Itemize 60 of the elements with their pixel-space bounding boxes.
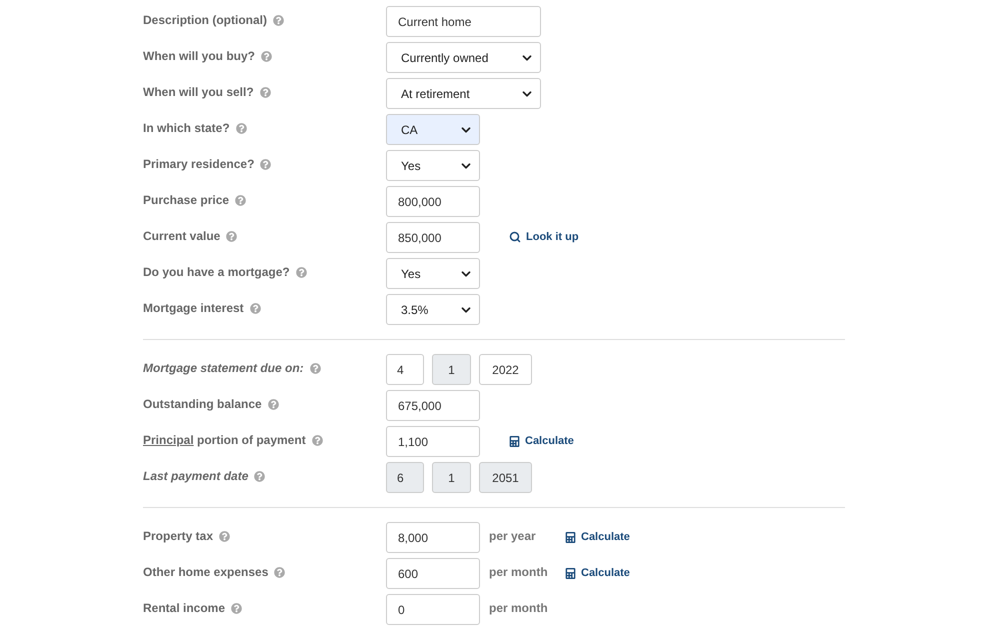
search-icon (509, 231, 521, 244)
help-icon[interactable] (254, 470, 266, 482)
help-icon[interactable] (219, 530, 230, 542)
help-icon[interactable] (310, 362, 321, 374)
help-icon[interactable] (261, 50, 272, 62)
field-label: Rental income (143, 600, 226, 617)
action-link[interactable]: Calculate (509, 433, 574, 450)
field-label: When will you sell? (143, 84, 254, 101)
help-icon[interactable] (312, 434, 323, 446)
input-field[interactable]: 850,000 (386, 222, 480, 253)
dropdown[interactable]: 3.5% (386, 294, 480, 325)
help-icon[interactable] (260, 86, 271, 98)
help-icon[interactable] (250, 302, 261, 314)
field-label: Mortgage interest (143, 300, 244, 317)
dropdown[interactable]: Yes (386, 258, 480, 289)
dropdown[interactable]: Yes (386, 150, 480, 181)
term-link[interactable]: Principal (143, 433, 194, 447)
dropdown[interactable]: At retirement (386, 78, 541, 109)
input-field[interactable]: 675,000 (386, 390, 480, 421)
calculator-icon (565, 568, 576, 579)
action-link[interactable]: Look it up (509, 229, 579, 246)
help-icon[interactable] (296, 266, 307, 278)
field-label: Purchase price (143, 192, 230, 209)
input-field[interactable]: 600 (386, 558, 480, 589)
field-label: When will you buy? (143, 48, 255, 65)
calculator-icon (565, 532, 576, 543)
field-label: Primary residence? (143, 156, 254, 173)
help-icon[interactable] (231, 602, 242, 614)
field-label: Outstanding balance (143, 396, 262, 413)
help-icon[interactable] (274, 566, 286, 578)
dropdown[interactable]: Currently owned (386, 42, 541, 73)
date-field[interactable]: 4 (386, 354, 424, 385)
unit-label: per month (489, 600, 549, 617)
field-label: Description (optional) (143, 12, 267, 29)
action-link[interactable]: Calculate (565, 565, 630, 582)
field-label: Other home expenses (143, 564, 268, 581)
field-label: Principal portion of payment (143, 432, 306, 449)
help-icon[interactable] (273, 14, 284, 26)
field-label: Last payment date (143, 468, 248, 485)
input-field[interactable]: 800,000 (386, 186, 480, 217)
input-field[interactable]: 8,000 (386, 522, 480, 553)
help-icon[interactable] (268, 398, 279, 410)
field-label: Property tax (143, 528, 214, 545)
help-icon[interactable] (236, 122, 247, 134)
unit-label: per month (489, 564, 549, 581)
help-icon[interactable] (260, 158, 272, 170)
input-field[interactable]: 1,100 (386, 426, 480, 457)
input-field[interactable]: 0 (386, 594, 480, 625)
field-label: Do you have a mortgage? (143, 264, 290, 281)
calculator-icon (509, 436, 520, 447)
date-field[interactable]: 2022 (479, 354, 532, 385)
action-link[interactable]: Calculate (565, 529, 630, 546)
unit-label: per year (489, 528, 537, 545)
help-icon[interactable] (235, 194, 246, 206)
field-label: In which state? (143, 120, 230, 137)
field-label: Current value (143, 228, 220, 245)
field-label: Mortgage statement due on: (143, 360, 304, 377)
input-field[interactable]: Current home (386, 6, 541, 37)
dropdown[interactable]: CA (386, 114, 480, 145)
help-icon[interactable] (226, 230, 238, 242)
